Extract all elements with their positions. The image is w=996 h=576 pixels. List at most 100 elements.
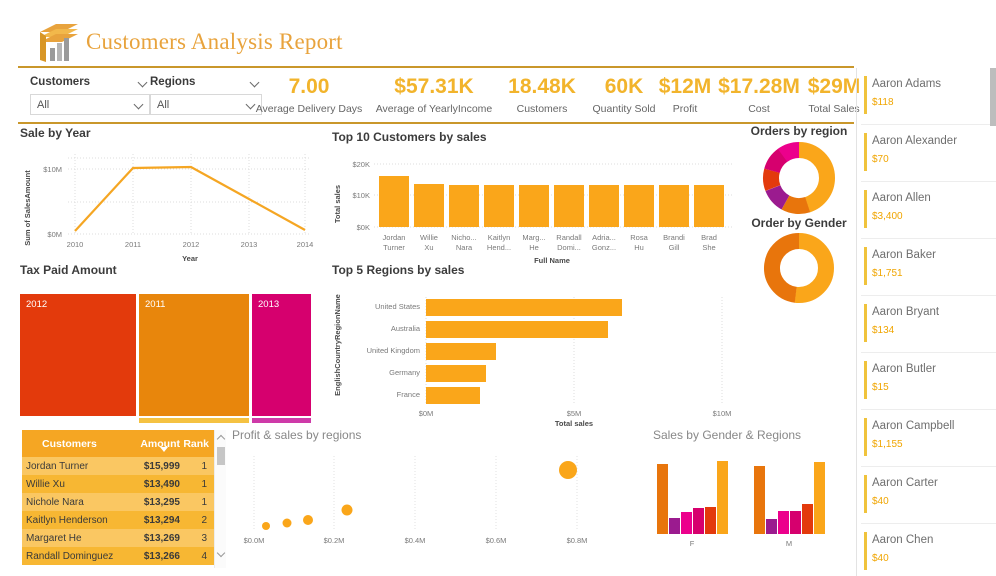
x-tick: F (690, 539, 695, 548)
table-row[interactable]: Jordan Turner $15,999 1 (22, 457, 214, 475)
column-header-customers[interactable]: Customers (22, 438, 118, 450)
scatter-points (262, 461, 577, 530)
treemap-label: 2013 (258, 299, 279, 310)
table-scrollbar[interactable] (214, 430, 226, 568)
y-axis-title: EnglishCountryRegionName (333, 294, 342, 396)
x-tick: Nicho... (451, 233, 476, 242)
x-tick: $0.6M (486, 536, 507, 545)
sale-by-year-title: Sale by Year (20, 126, 91, 140)
list-item[interactable]: Aaron Baker $1,751 (861, 239, 996, 296)
sales-by-gender-chart[interactable]: F M (602, 442, 852, 562)
kpi-label: Profit (672, 103, 698, 115)
x-tick: He (529, 243, 539, 252)
top-5-bars (426, 299, 622, 404)
donut-segments (764, 233, 834, 303)
treemap-label: 2011 (145, 299, 165, 310)
kpi-customers[interactable]: 18.48K Customers (499, 74, 585, 115)
slicer-customers-dropdown[interactable]: All (30, 94, 150, 115)
tax-paid-amount-treemap[interactable]: 2012 2011 2013 (20, 277, 323, 425)
x-tick: Nara (456, 243, 473, 252)
top-5-regions-panel[interactable]: Top 5 Regions by sales EnglishCountryReg… (332, 263, 737, 432)
cell-customer: Jordan Turner (26, 460, 89, 472)
donut-segments (763, 142, 835, 214)
cell-customer: Nichole Nara (26, 496, 84, 508)
sale-by-year-chart[interactable]: Sum of SalesAmount $10M $0M 2010 2011 20… (20, 140, 320, 268)
cell-rank: 3 (201, 532, 207, 544)
tax-paid-amount-panel[interactable]: Tax Paid Amount 2012 2011 2013 (20, 263, 323, 430)
orders-by-region-donut[interactable] (745, 138, 853, 216)
customers-table[interactable]: Customers Amount Rank Jordan Turner $15,… (22, 430, 214, 569)
order-by-gender-donut[interactable] (745, 230, 853, 306)
chevron-down-icon[interactable] (135, 100, 144, 109)
chevron-down-icon[interactable] (139, 78, 148, 87)
x-tick: Brad (701, 233, 717, 242)
table-row[interactable]: Margaret He $13,269 3 (22, 529, 214, 547)
scroll-up-icon[interactable] (216, 434, 226, 444)
scroll-down-icon[interactable] (216, 548, 226, 558)
table-row[interactable]: Randall Dominguez $13,266 4 (22, 547, 214, 565)
orders-by-region-panel[interactable]: Orders by region (745, 124, 853, 221)
kpi-cost[interactable]: $17.28M Cost (710, 74, 808, 115)
table-body[interactable]: Jordan Turner $15,999 1 Willie Xu $13,49… (22, 457, 214, 569)
customer-amount: $40 (872, 496, 889, 507)
customer-amount: $40 (872, 553, 889, 564)
list-item[interactable]: Aaron Butler $15 (861, 353, 996, 410)
y-tick: Germany (389, 368, 420, 377)
y-tick: $20K (352, 160, 370, 169)
x-tick: $0.4M (405, 536, 426, 545)
list-item[interactable]: Aaron Campbell $1,155 (861, 410, 996, 467)
sale-by-year-panel[interactable]: Sale by Year Sum of SalesAmount $10M $0M… (20, 126, 320, 273)
list-item[interactable]: Aaron Alexander $70 (861, 125, 996, 182)
cell-amount: $13,490 (143, 478, 180, 490)
list-item[interactable]: Aaron Bryant $134 (861, 296, 996, 353)
x-tick: $10M (713, 409, 732, 418)
customer-amount: $118 (872, 97, 894, 108)
customer-list-panel[interactable]: Aaron Adams $118 Aaron Alexander $70 Aar… (861, 68, 996, 576)
list-item[interactable]: Aaron Chen $40 (861, 524, 996, 576)
kpi-value: $12M (658, 75, 712, 98)
cell-rank: 4 (201, 550, 207, 562)
customer-name: Aaron Carter (872, 477, 938, 489)
table-row[interactable]: Nichole Nara $13,295 1 (22, 493, 214, 511)
top-5-regions-chart[interactable]: EnglishCountryRegionName United States A… (332, 277, 737, 428)
kpi-value: 7.00 (288, 75, 330, 98)
page-title: Customers Analysis Report (86, 29, 343, 54)
table-header-row[interactable]: Customers Amount Rank (22, 430, 214, 457)
slicer-customers[interactable]: Customers All (30, 76, 150, 115)
profit-sales-scatter[interactable]: $0.0M $0.2M $0.4M $0.6M $0.8M (232, 442, 622, 562)
slicer-regions-title: Regions (150, 76, 196, 88)
kpi-average-delivery-days[interactable]: 7.00 Average Delivery Days (243, 74, 375, 115)
y-tick: France (397, 390, 420, 399)
list-item[interactable]: Aaron Carter $40 (861, 467, 996, 524)
table-row[interactable]: Willie Xu $13,490 1 (22, 475, 214, 493)
x-tick: Marg... (522, 233, 545, 242)
x-axis-title: Year (182, 254, 198, 263)
x-tick: Kaitlyn (488, 233, 511, 242)
top-10-customers-panel[interactable]: Top 10 Customers by sales Total sales $2… (332, 130, 737, 277)
table-row[interactable]: Kaitlyn Henderson $13,294 2 (22, 511, 214, 529)
top-10-customers-chart[interactable]: Total sales $20K $10K $0K Jordan Turner … (332, 144, 737, 272)
customer-name: Aaron Bryant (872, 306, 940, 318)
column-header-amount[interactable]: Amount (118, 438, 180, 450)
list-item[interactable]: Aaron Allen $3,400 (861, 182, 996, 239)
customer-amount: $3,400 (872, 211, 903, 222)
cell-rank: 1 (201, 460, 207, 472)
x-tick: Xu (424, 243, 433, 252)
customer-name: Aaron Baker (872, 249, 936, 261)
kpi-profit[interactable]: $12M Profit (652, 74, 718, 115)
scrollbar-thumb[interactable] (217, 447, 225, 465)
x-tick: Jordan (383, 233, 406, 242)
kpi-average-yearly-income[interactable]: $57.31K Average of YearlyIncome (358, 74, 510, 115)
order-by-gender-panel[interactable]: Order by Gender (745, 216, 853, 311)
column-header-rank[interactable]: Rank (180, 438, 214, 450)
cell-rank: 1 (201, 496, 207, 508)
kpi-strip: Customers All Regions All 7.00 Average D… (18, 66, 860, 124)
x-tick: Hend... (487, 243, 511, 252)
list-scrollbar-thumb[interactable] (990, 68, 996, 126)
cell-customer: Kaitlyn Henderson (26, 514, 108, 526)
profit-sales-by-regions-panel[interactable]: Profit & sales by regions $0.0M $0.2M $0… (232, 428, 622, 567)
y-tick: United Kingdom (367, 346, 420, 355)
top-5-regions-title: Top 5 Regions by sales (332, 263, 465, 277)
sales-by-gender-regions-panel[interactable]: Sales by Gender & Regions F M (602, 428, 852, 567)
list-item[interactable]: Aaron Adams $118 (861, 68, 996, 126)
